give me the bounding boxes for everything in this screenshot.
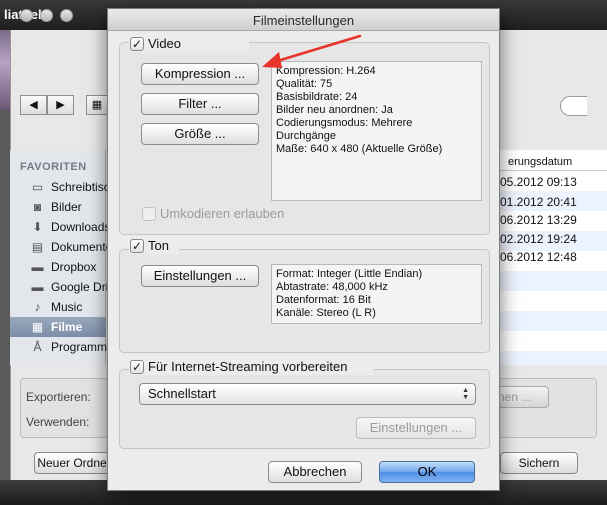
annotation-arrow-icon — [262, 34, 362, 68]
